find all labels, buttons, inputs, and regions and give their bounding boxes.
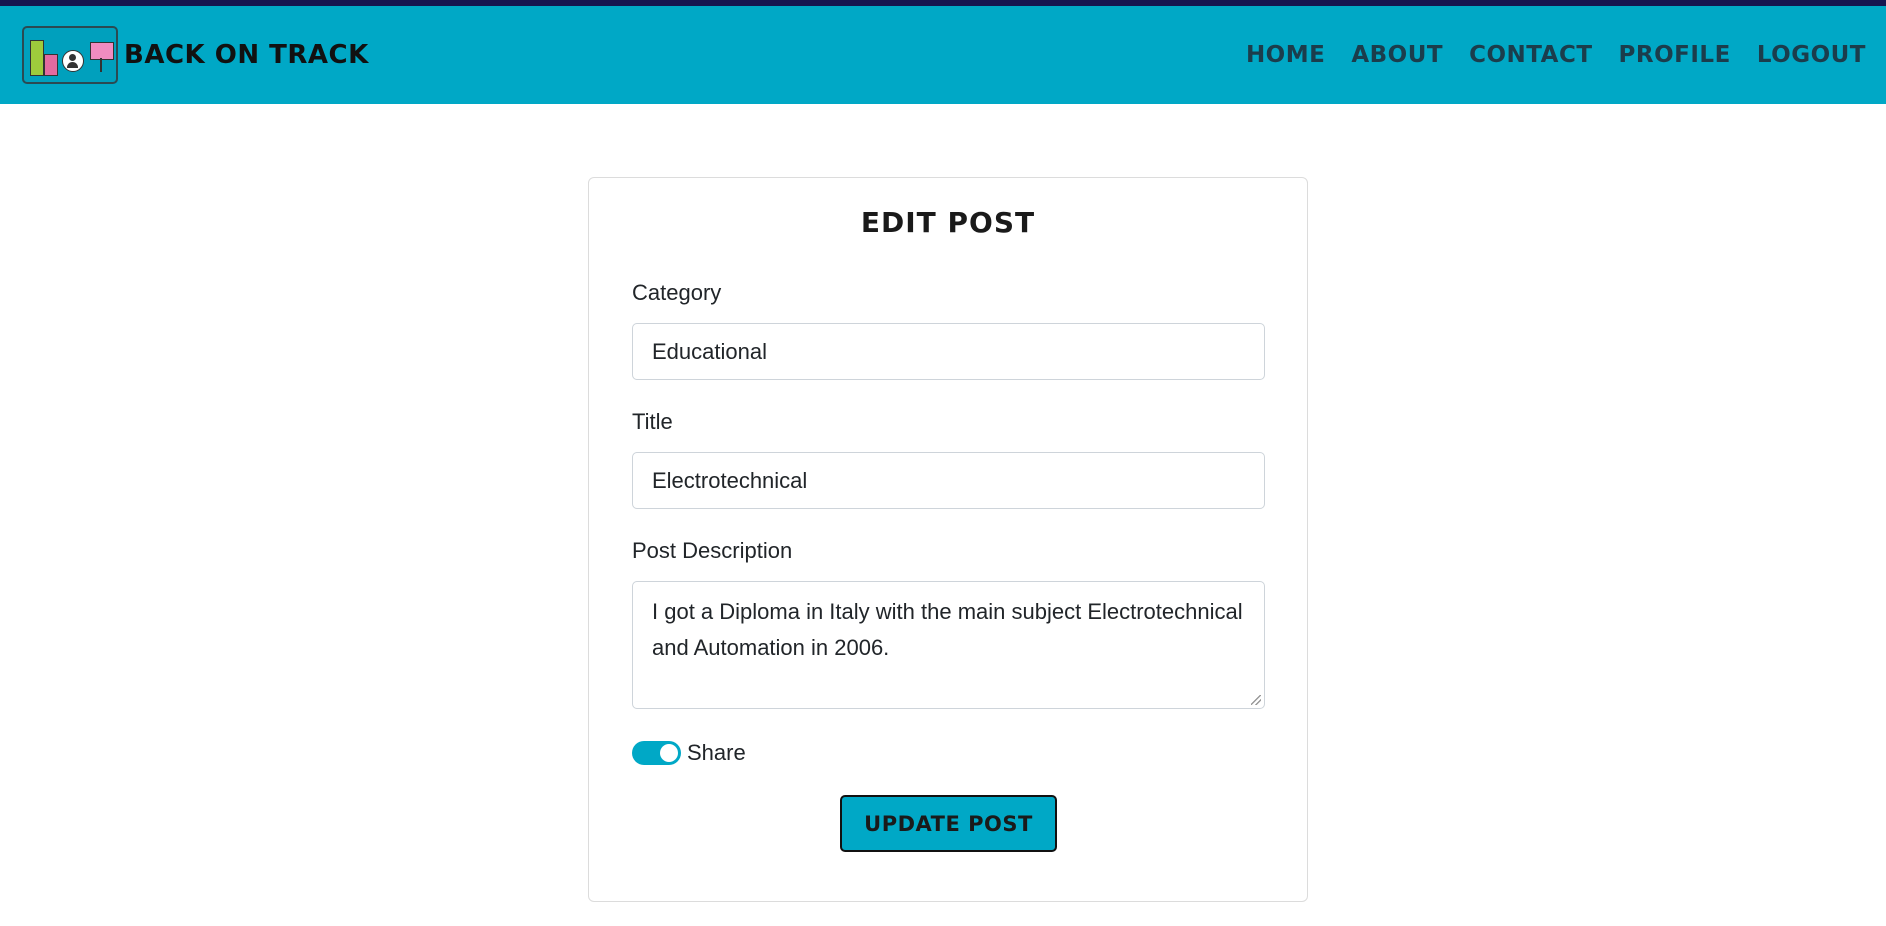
nav-about[interactable]: ABOUT — [1351, 42, 1443, 68]
brand-name: BACK ON TRACK — [124, 40, 369, 70]
page-title: EDIT POST — [860, 206, 1036, 239]
description-text: I got a Diploma in Italy with the main s… — [652, 599, 1243, 660]
main-nav: HOME ABOUT CONTACT PROFILE LOGOUT — [1246, 6, 1866, 104]
toggle-knob — [660, 744, 678, 762]
brand-link[interactable]: BACK ON TRACK — [22, 26, 369, 84]
logo-icon — [22, 26, 118, 84]
edit-post-card: EDIT POST Category Educational Title Ele… — [588, 177, 1308, 902]
title-label: Title — [632, 409, 673, 434]
nav-home[interactable]: HOME — [1246, 42, 1325, 68]
share-toggle-row: Share — [632, 740, 746, 766]
nav-contact[interactable]: CONTACT — [1469, 42, 1592, 68]
resize-grip-icon[interactable] — [1251, 695, 1261, 705]
category-field[interactable]: Educational — [632, 323, 1265, 380]
title-field[interactable]: Electrotechnical — [632, 452, 1265, 509]
nav-logout[interactable]: LOGOUT — [1757, 42, 1866, 68]
update-post-button[interactable]: UPDATE POST — [840, 795, 1057, 852]
description-label: Post Description — [632, 538, 793, 563]
nav-profile[interactable]: PROFILE — [1619, 42, 1731, 68]
category-label: Category — [632, 280, 722, 305]
description-textarea[interactable]: I got a Diploma in Italy with the main s… — [632, 581, 1265, 709]
share-toggle[interactable] — [632, 741, 681, 765]
share-label: Share — [687, 740, 746, 765]
navbar: BACK ON TRACK HOME ABOUT CONTACT PROFILE… — [0, 6, 1886, 104]
